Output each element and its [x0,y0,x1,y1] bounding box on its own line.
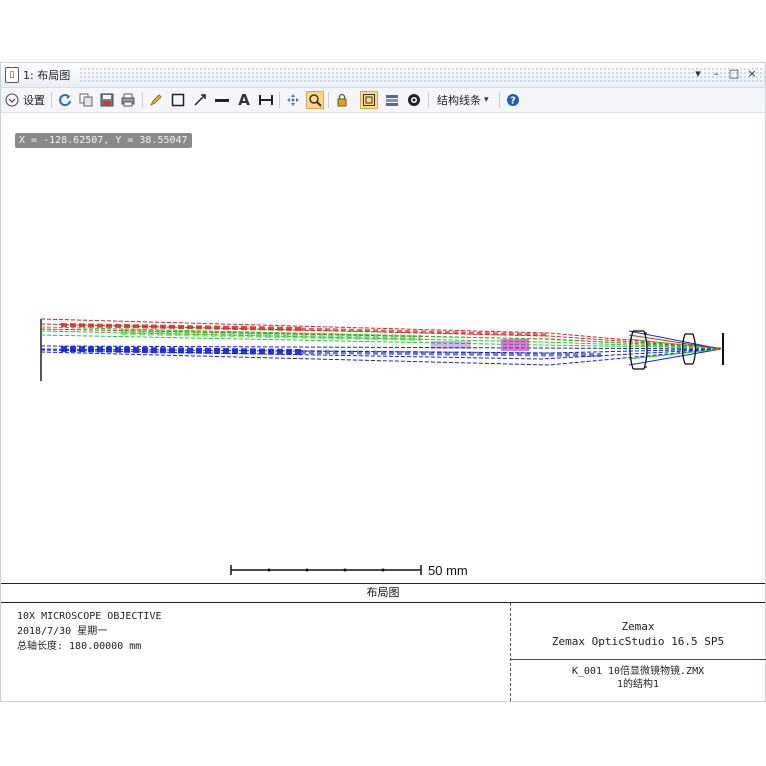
scale-bar-label: 50 mm [428,563,468,578]
ray-bundle-dots [60,323,602,357]
layout-window: ▯ 1: 布局图 ▾ – □ × 设置 A 结构线条 ▾ ? X = -128.… [0,62,766,702]
scale-bar [230,565,422,575]
software-info: Zemax Zemax OpticStudio 16.5 SP5 [510,619,766,649]
total-track-length: 总轴长度: 180.00000 mm [17,641,142,652]
info-left: 10X MICROSCOPE OBJECTIVE 2018/7/30 星期一 总… [17,609,162,654]
vendor-name: Zemax [621,620,655,633]
system-title: 10X MICROSCOPE OBJECTIVE [17,611,162,622]
system-date: 2018/7/30 星期一 [17,626,108,637]
info-divider-horizontal [510,659,766,660]
configuration: 1的结构1 [616,679,660,690]
ray-converging-cone [628,330,722,366]
layout-plot[interactable]: 50 mm [1,63,765,583]
software-version: Zemax OpticStudio 16.5 SP5 [551,635,725,648]
file-info: K_001 10倍显微镜物镜.ZMX 1的结构1 [510,665,766,691]
info-box: 10X MICROSCOPE OBJECTIVE 2018/7/30 星期一 总… [1,603,766,701]
file-name: K_001 10倍显微镜物镜.ZMX [571,666,705,677]
layout-label: 布局图 [1,583,765,603]
